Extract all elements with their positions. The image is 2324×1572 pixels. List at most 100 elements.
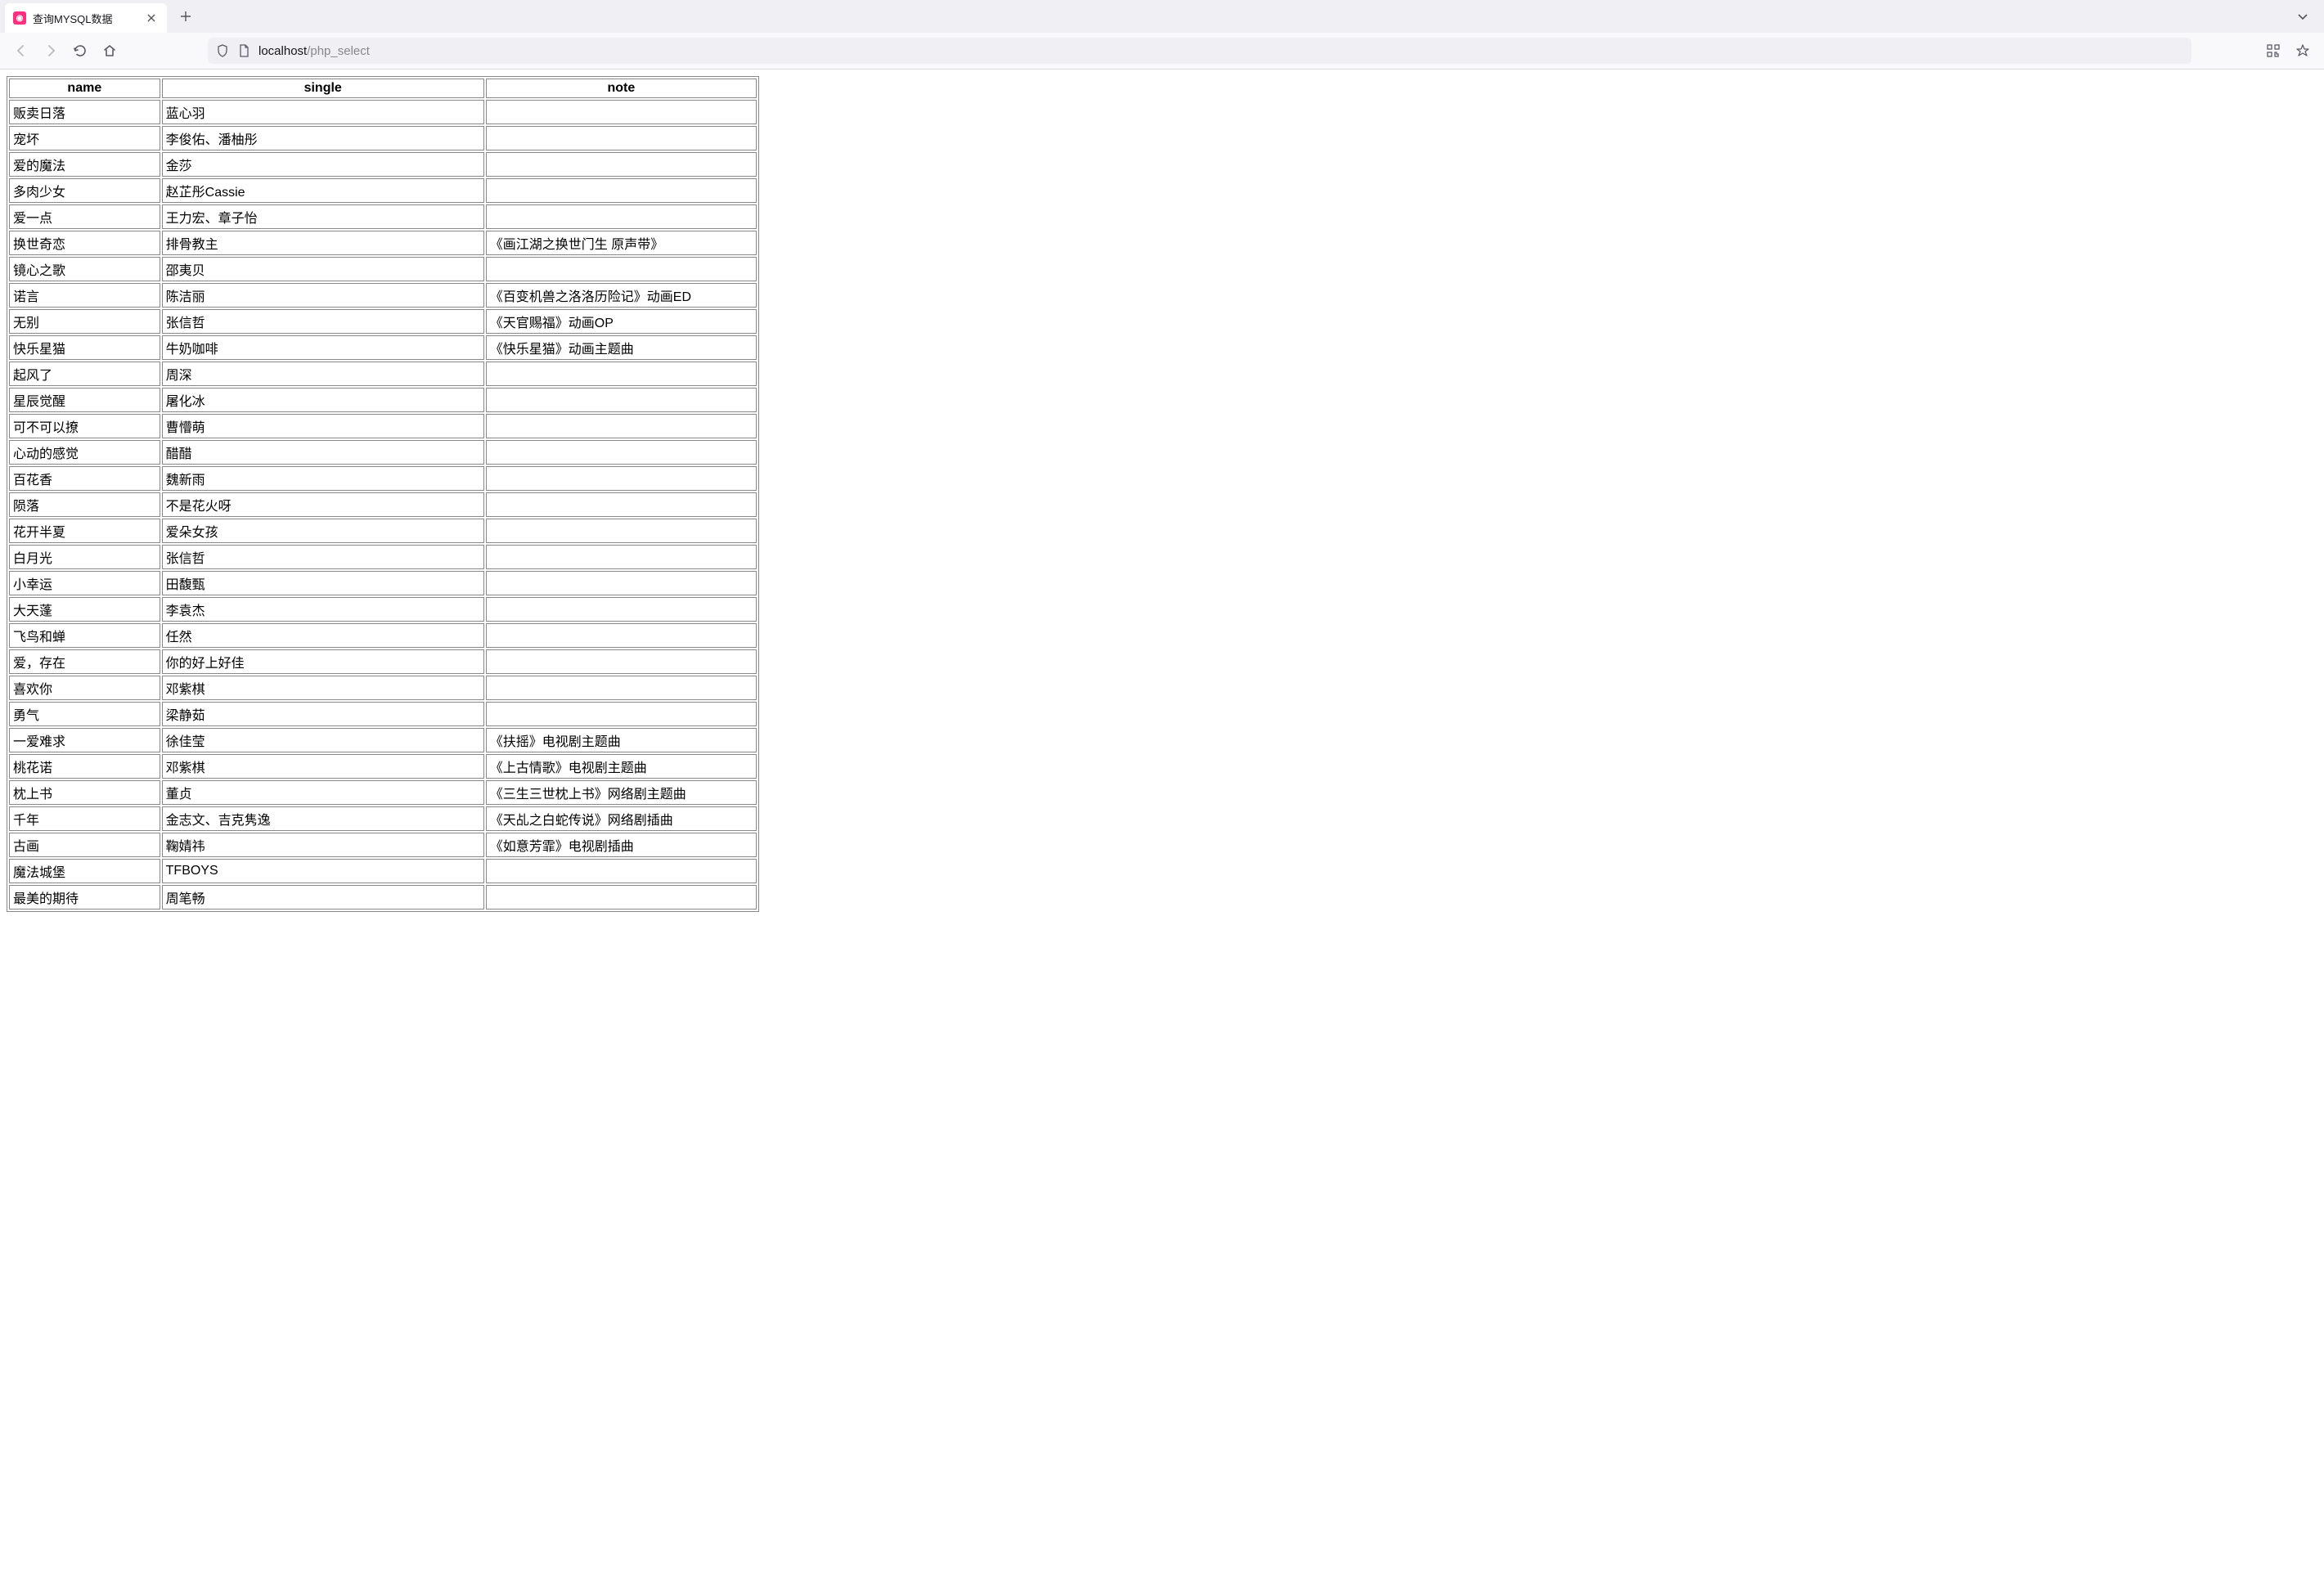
reload-button[interactable]	[67, 38, 93, 64]
table-header-row: name single note	[9, 79, 757, 98]
table-cell: 赵芷彤Cassie	[162, 178, 484, 203]
table-row: 可不可以撩曹懵萌	[9, 414, 757, 438]
table-cell: 大天蓬	[9, 597, 160, 622]
table-row: 爱一点王力宏、章子怡	[9, 204, 757, 229]
table-cell: 张信哲	[162, 309, 484, 334]
table-cell: 快乐星猫	[9, 335, 160, 360]
table-cell: 不是花火呀	[162, 492, 484, 517]
table-cell: 爱一点	[9, 204, 160, 229]
table-cell: 换世奇恋	[9, 231, 160, 255]
table-cell: 梁静茹	[162, 702, 484, 726]
table-row: 爱的魔法金莎	[9, 152, 757, 177]
table-cell: 《画江湖之换世门生 原声带》	[486, 231, 757, 255]
table-cell: 《快乐星猫》动画主题曲	[486, 335, 757, 360]
table-row: 一爱难求徐佳莹《扶摇》电视剧主题曲	[9, 728, 757, 752]
table-cell: 陈洁丽	[162, 283, 484, 308]
table-cell: 魔法城堡	[9, 859, 160, 883]
table-cell	[486, 204, 757, 229]
table-row: 最美的期待周笔畅	[9, 885, 757, 910]
table-row: 星辰觉醒屠化冰	[9, 388, 757, 412]
table-cell: 田馥甄	[162, 571, 484, 595]
table-cell: TFBOYS	[162, 859, 484, 883]
table-row: 换世奇恋排骨教主《画江湖之换世门生 原声带》	[9, 231, 757, 255]
table-cell: 金莎	[162, 152, 484, 177]
table-cell	[486, 859, 757, 883]
back-button[interactable]	[8, 38, 34, 64]
table-cell	[486, 623, 757, 648]
table-cell: 白月光	[9, 545, 160, 569]
table-cell	[486, 466, 757, 491]
table-cell: 古画	[9, 833, 160, 857]
table-cell: 镜心之歌	[9, 257, 160, 281]
table-row: 勇气梁静茹	[9, 702, 757, 726]
table-cell	[486, 571, 757, 595]
table-cell: 《天乩之白蛇传说》网络剧插曲	[486, 806, 757, 831]
table-row: 无别张信哲《天官赐福》动画OP	[9, 309, 757, 334]
bookmark-icon[interactable]	[2290, 38, 2316, 64]
table-cell: 鞠婧祎	[162, 833, 484, 857]
table-row: 快乐星猫牛奶咖啡《快乐星猫》动画主题曲	[9, 335, 757, 360]
table-cell	[486, 702, 757, 726]
table-row: 多肉少女赵芷彤Cassie	[9, 178, 757, 203]
table-cell: 邓紫棋	[162, 754, 484, 779]
table-cell: 喜欢你	[9, 676, 160, 700]
table-cell: 《如意芳霏》电视剧插曲	[486, 833, 757, 857]
table-cell: 屠化冰	[162, 388, 484, 412]
table-cell	[486, 100, 757, 124]
table-cell: 星辰觉醒	[9, 388, 160, 412]
page-icon[interactable]	[237, 44, 250, 57]
table-cell: 陨落	[9, 492, 160, 517]
toolbar-right	[2260, 38, 2316, 64]
table-row: 古画鞠婧祎《如意芳霏》电视剧插曲	[9, 833, 757, 857]
table-header: name	[9, 79, 160, 98]
browser-tab[interactable]: ◉ 查询MYSQL数据	[5, 3, 167, 33]
table-cell	[486, 492, 757, 517]
table-cell: 勇气	[9, 702, 160, 726]
table-row: 桃花诺邓紫棋《上古情歌》电视剧主题曲	[9, 754, 757, 779]
table-cell: 《扶摇》电视剧主题曲	[486, 728, 757, 752]
table-cell	[486, 545, 757, 569]
table-cell: 千年	[9, 806, 160, 831]
table-cell: 飞鸟和蝉	[9, 623, 160, 648]
shield-icon[interactable]	[216, 44, 229, 57]
table-cell: 徐佳莹	[162, 728, 484, 752]
table-row: 白月光张信哲	[9, 545, 757, 569]
tab-title: 查询MYSQL数据	[33, 11, 137, 26]
close-icon[interactable]	[144, 11, 159, 25]
table-row: 千年金志文、吉克隽逸《天乩之白蛇传说》网络剧插曲	[9, 806, 757, 831]
table-cell	[486, 597, 757, 622]
table-row: 诺言陈洁丽《百变机兽之洛洛历险记》动画ED	[9, 283, 757, 308]
url-text: localhost/php_select	[258, 44, 2183, 58]
table-cell	[486, 257, 757, 281]
table-cell: 蓝心羽	[162, 100, 484, 124]
table-cell: 周深	[162, 362, 484, 386]
toolbar: localhost/php_select	[0, 33, 2324, 69]
table-cell: 任然	[162, 623, 484, 648]
home-button[interactable]	[97, 38, 123, 64]
table-row: 爱，存在你的好上好佳	[9, 649, 757, 674]
page-content: name single note 贩卖日落蓝心羽宠坏李俊佑、潘柚彤爱的魔法金莎多…	[0, 70, 2324, 1572]
qr-icon[interactable]	[2260, 38, 2286, 64]
table-row: 花开半夏爱朵女孩	[9, 519, 757, 543]
table-cell: 周笔畅	[162, 885, 484, 910]
table-cell	[486, 440, 757, 465]
table-cell: 多肉少女	[9, 178, 160, 203]
table-cell	[486, 388, 757, 412]
table-cell: 张信哲	[162, 545, 484, 569]
new-tab-button[interactable]	[173, 4, 198, 29]
table-cell	[486, 362, 757, 386]
table-cell: 曹懵萌	[162, 414, 484, 438]
table-row: 魔法城堡TFBOYS	[9, 859, 757, 883]
tab-favicon-icon: ◉	[13, 11, 26, 25]
url-bar[interactable]: localhost/php_select	[208, 38, 2191, 64]
table-row: 镜心之歌邵夷贝	[9, 257, 757, 281]
table-cell	[486, 126, 757, 150]
table-cell	[486, 649, 757, 674]
table-cell: 最美的期待	[9, 885, 160, 910]
table-cell: 《天官赐福》动画OP	[486, 309, 757, 334]
tabs-dropdown-icon[interactable]	[2291, 5, 2314, 28]
forward-button[interactable]	[38, 38, 64, 64]
table-cell: 《三生三世枕上书》网络剧主题曲	[486, 780, 757, 805]
table-cell: 贩卖日落	[9, 100, 160, 124]
table-cell: 爱朵女孩	[162, 519, 484, 543]
